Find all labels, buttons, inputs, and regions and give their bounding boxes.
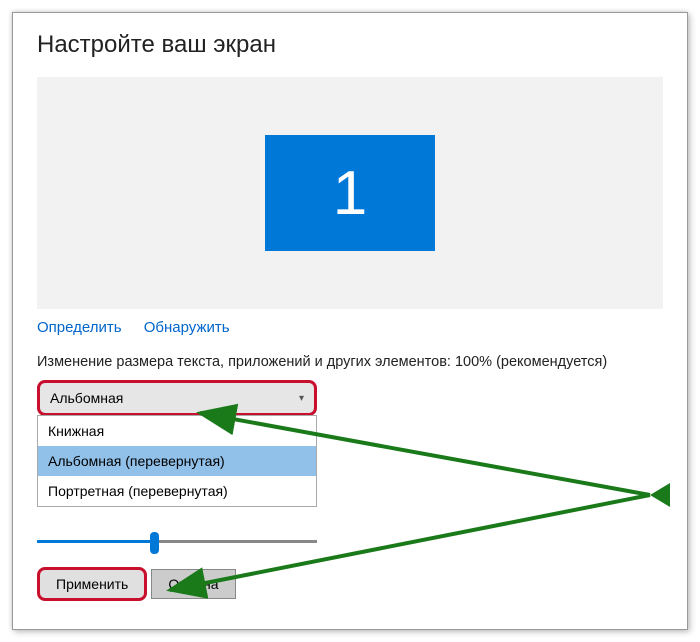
cancel-button[interactable]: Отмена [151, 569, 235, 599]
monitor-number: 1 [333, 158, 367, 229]
orientation-dropdown[interactable]: Альбомная ▾ Книжная Альбомная (переверну… [37, 380, 317, 507]
action-buttons: Применить Отмена [37, 567, 663, 601]
monitor-tile-1[interactable]: 1 [265, 135, 435, 251]
apply-button[interactable]: Применить [37, 567, 147, 601]
chevron-down-icon: ▾ [299, 393, 304, 404]
page-title: Настройте ваш экран [37, 31, 663, 59]
monitor-preview-area: 1 [37, 77, 663, 309]
brightness-slider[interactable] [37, 531, 317, 551]
scale-label: Изменение размера текста, приложений и д… [37, 354, 663, 370]
slider-fill [37, 540, 157, 543]
brightness-label: Настройка уровня яркости [37, 507, 663, 523]
orientation-selected-text: Альбомная [50, 390, 123, 406]
display-settings-panel: Настройте ваш экран 1 Определить Обнаруж… [12, 12, 688, 630]
orientation-option[interactable]: Портретная (перевернутая) [38, 476, 316, 506]
detect-link[interactable]: Обнаружить [144, 319, 230, 336]
orientation-option[interactable]: Книжная [38, 416, 316, 446]
orientation-selected[interactable]: Альбомная ▾ [37, 380, 317, 416]
monitor-action-links: Определить Обнаружить [37, 319, 663, 336]
orientation-options-list: Книжная Альбомная (перевернутая) Портрет… [37, 415, 317, 507]
slider-thumb[interactable] [150, 532, 159, 554]
identify-link[interactable]: Определить [37, 319, 122, 336]
orientation-option[interactable]: Альбомная (перевернутая) [38, 446, 316, 476]
